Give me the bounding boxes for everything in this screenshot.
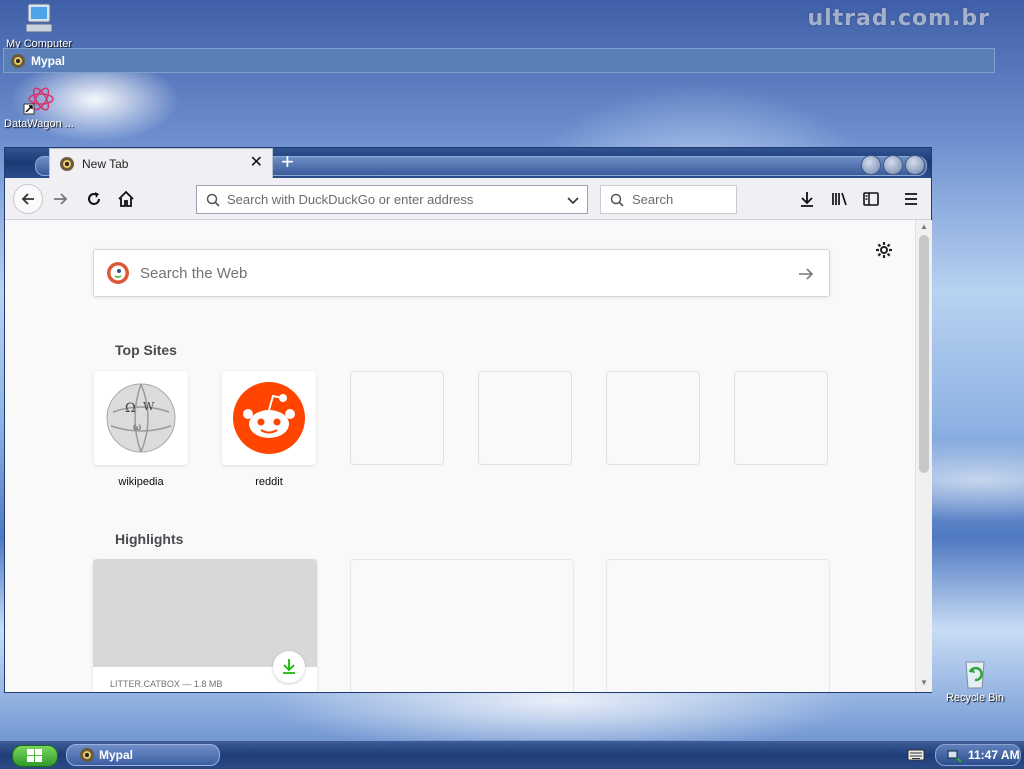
svg-text:ω: ω bbox=[133, 422, 141, 433]
scrollbar-thumb[interactable] bbox=[919, 235, 929, 473]
chevron-down-icon[interactable] bbox=[567, 194, 579, 206]
sidebar-toggle-icon[interactable] bbox=[861, 189, 881, 209]
new-tab-page: Search the Web Top Sites Ω W ω wikipedia bbox=[5, 220, 916, 692]
minimize-button[interactable] bbox=[861, 155, 881, 175]
download-arrow-icon bbox=[283, 659, 295, 674]
computer-icon bbox=[25, 3, 53, 33]
desktop-icon-my-computer[interactable]: My Computer bbox=[0, 2, 78, 50]
highlights-heading: Highlights bbox=[115, 531, 184, 547]
desktop-icon-label: DataWagon ... bbox=[4, 118, 74, 130]
duckduckgo-logo-icon bbox=[107, 262, 129, 284]
maximize-button[interactable] bbox=[883, 155, 903, 175]
home-icon[interactable] bbox=[116, 189, 136, 209]
search-bar[interactable]: Search bbox=[600, 185, 737, 214]
desktop-icon-label: Recycle Bin bbox=[945, 692, 1005, 704]
search-submit-arrow-icon[interactable] bbox=[797, 265, 815, 283]
navigation-toolbar: Search with DuckDuckGo or enter address … bbox=[5, 178, 931, 220]
empty-highlight-slot bbox=[350, 559, 574, 692]
start-button[interactable] bbox=[12, 745, 58, 767]
search-icon bbox=[206, 193, 220, 207]
network-tray-icon[interactable] bbox=[946, 748, 962, 764]
browser-window: New Tab ✕ + Search with DuckDuckGo or en… bbox=[4, 147, 932, 693]
system-tray: 11:47 AM bbox=[935, 744, 1021, 766]
wallpaper-watermark: ultrad.com.br bbox=[807, 6, 990, 31]
taskbar-item-mypal[interactable]: Mypal bbox=[66, 744, 220, 766]
web-search-placeholder: Search the Web bbox=[140, 264, 248, 282]
top-site-label: reddit bbox=[255, 476, 283, 488]
top-site-tile-wikipedia[interactable]: Ω W ω bbox=[94, 371, 188, 465]
search-icon bbox=[610, 193, 624, 207]
close-window-button[interactable] bbox=[905, 155, 925, 175]
settings-gear-icon[interactable] bbox=[874, 240, 894, 260]
empty-highlight-slot bbox=[606, 559, 830, 692]
highlight-card-download[interactable]: LITTER.CATBOX — 1.8 MB bbox=[93, 559, 317, 692]
url-bar-placeholder: Search with DuckDuckGo or enter address bbox=[227, 192, 474, 207]
back-button[interactable] bbox=[13, 184, 43, 214]
empty-top-site-slot bbox=[606, 371, 700, 465]
flower-shortcut-icon bbox=[23, 87, 54, 115]
new-tab-button[interactable]: + bbox=[281, 150, 294, 174]
download-badge bbox=[273, 651, 305, 683]
url-bar[interactable]: Search with DuckDuckGo or enter address bbox=[196, 185, 588, 214]
tab-new-tab[interactable]: New Tab ✕ bbox=[49, 148, 273, 179]
svg-text:Ω: Ω bbox=[125, 401, 136, 416]
highlight-card-meta: LITTER.CATBOX — 1.8 MB bbox=[110, 679, 223, 689]
hamburger-menu-icon[interactable] bbox=[901, 189, 921, 209]
taskbar: Mypal 11:47 AM bbox=[0, 740, 1024, 769]
keyboard-tray-icon[interactable] bbox=[907, 748, 925, 762]
scroll-up-arrow-icon[interactable]: ▲ bbox=[919, 222, 929, 232]
empty-top-site-slot bbox=[478, 371, 572, 465]
reload-icon[interactable] bbox=[84, 189, 104, 209]
mypal-title-panel[interactable]: Mypal bbox=[3, 48, 995, 73]
svg-text:W: W bbox=[143, 400, 155, 413]
search-bar-placeholder: Search bbox=[632, 192, 674, 207]
scroll-down-arrow-icon[interactable]: ▼ bbox=[919, 678, 929, 688]
library-icon[interactable] bbox=[830, 189, 850, 209]
taskbar-item-label: Mypal bbox=[99, 748, 134, 762]
windows-logo-icon bbox=[27, 749, 42, 762]
mypal-panel-title: Mypal bbox=[31, 53, 66, 68]
wikipedia-logo-icon: Ω W ω bbox=[106, 383, 176, 453]
mypal-logo-icon bbox=[11, 53, 25, 68]
forward-arrow-icon[interactable] bbox=[51, 189, 71, 209]
clock[interactable]: 11:47 AM bbox=[968, 748, 1020, 762]
top-site-tile-reddit[interactable] bbox=[222, 371, 316, 465]
back-arrow-icon bbox=[21, 193, 34, 205]
reddit-logo-icon bbox=[233, 382, 305, 454]
top-site-label: wikipedia bbox=[118, 476, 164, 488]
top-sites-heading: Top Sites bbox=[115, 342, 177, 358]
empty-top-site-slot bbox=[350, 371, 444, 465]
tab-title: New Tab bbox=[82, 157, 129, 171]
desktop-icon-datawagon[interactable]: DataWagon ... bbox=[0, 82, 78, 130]
close-tab-icon[interactable]: ✕ bbox=[250, 155, 263, 171]
mypal-logo-icon bbox=[80, 748, 94, 762]
desktop-icon-recycle-bin[interactable]: Recycle Bin bbox=[936, 656, 1014, 704]
downloads-icon[interactable] bbox=[797, 189, 817, 209]
mypal-logo-icon bbox=[60, 157, 74, 171]
recycle-bin-icon bbox=[965, 661, 985, 689]
empty-top-site-slot bbox=[734, 371, 828, 465]
web-search-box[interactable]: Search the Web bbox=[93, 249, 830, 297]
vertical-scrollbar[interactable]: ▲ ▼ bbox=[915, 220, 932, 692]
